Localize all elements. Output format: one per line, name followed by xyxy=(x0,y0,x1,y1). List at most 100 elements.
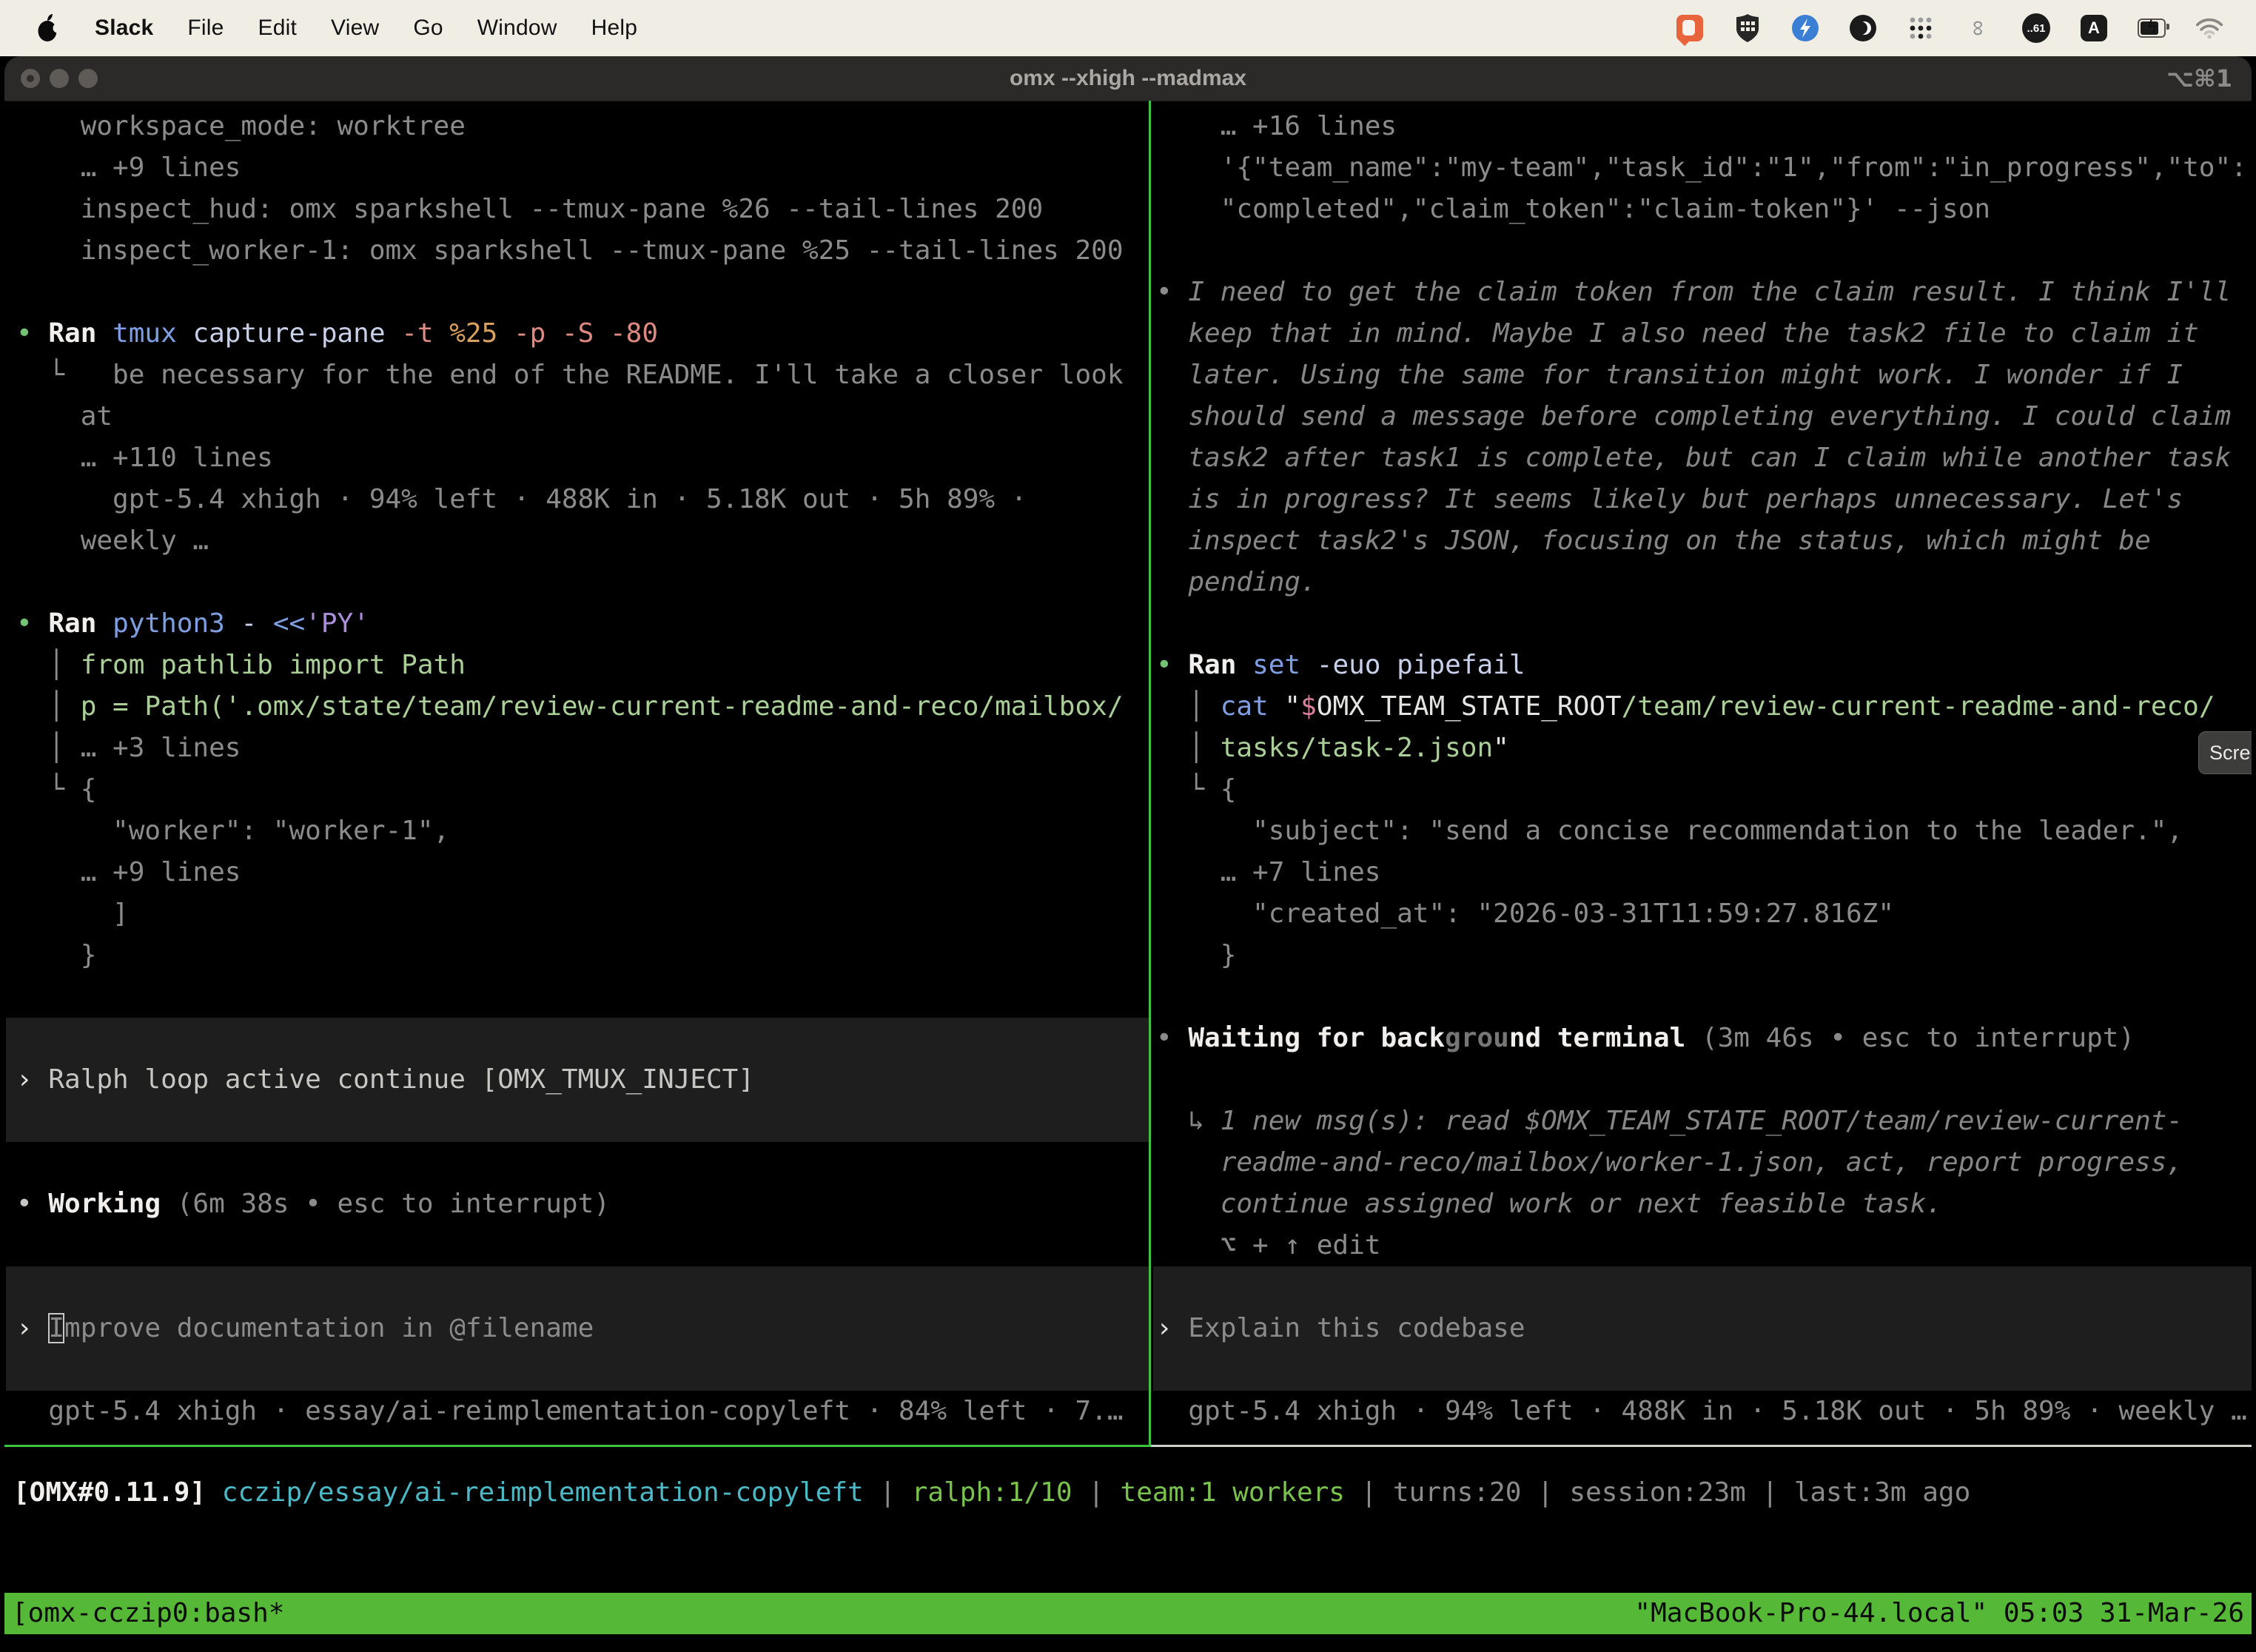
terminal-row: inspect_worker-1: omx sparkshell --tmux-… xyxy=(6,230,1149,272)
terminal-row: inspect_hud: omx sparkshell --tmux-pane … xyxy=(6,189,1149,230)
terminal-row: ↳ 1 new msg(s): read $OMX_TEAM_STATE_ROO… xyxy=(1153,1101,2252,1142)
terminal-row xyxy=(6,562,1149,603)
terminal-row: task2 after task1 is complete, but can I… xyxy=(1153,437,2252,479)
terminal-row xyxy=(6,1101,1149,1142)
terminal-row: └ be necessary for the end of the README… xyxy=(6,355,1149,396)
menu-item-slack[interactable]: Slack xyxy=(95,16,153,41)
terminal-row: └ { xyxy=(1153,769,2252,810)
dots-grid-icon[interactable] xyxy=(1907,13,1935,43)
terminal-row: │ tasks/task-2.json" xyxy=(1153,728,2252,769)
left-pane[interactable]: workspace_mode: worktree … +9 lines insp… xyxy=(6,106,1149,1432)
terminal-row: … +9 lines xyxy=(6,147,1149,189)
tmux-host-clock: "MacBook-Pro-44.local" 05:03 31-Mar-26 xyxy=(1634,1593,2244,1634)
terminal-row: • I need to get the claim token from the… xyxy=(1153,272,2252,313)
terminal-row: keep that in mind. Maybe I also need the… xyxy=(1153,313,2252,355)
terminal-row: "completed","claim_token":"claim-token"}… xyxy=(1153,189,2252,230)
terminal-row xyxy=(1153,1059,2252,1101)
screen-tooltip: Scre xyxy=(2198,731,2252,774)
left-pane-bottom-border xyxy=(4,1445,1149,1447)
keyboard-layout-icon[interactable]: A xyxy=(2080,13,2108,43)
window-titlebar[interactable]: omx --xhigh --madmax ⌥⌘1 xyxy=(4,56,2252,101)
terminal-row: └ { xyxy=(6,769,1149,810)
pane-divider[interactable] xyxy=(1149,101,1151,1447)
terminal-row xyxy=(6,1266,1149,1308)
terminal-row xyxy=(1153,603,2252,645)
terminal-row: is in progress? It seems likely but perh… xyxy=(1153,479,2252,520)
right-pane-bottom-border xyxy=(1151,1445,2252,1447)
terminal-row xyxy=(1153,976,2252,1018)
menu-item-edit[interactable]: Edit xyxy=(258,16,298,41)
terminal-row: … +9 lines xyxy=(6,852,1149,893)
terminal-row xyxy=(1153,1266,2252,1308)
lightning-bolt-icon xyxy=(1791,14,1819,42)
crescent-app-icon[interactable] xyxy=(1849,13,1877,43)
menu-item-help[interactable]: Help xyxy=(591,16,638,41)
terminal-row: … +16 lines xyxy=(1153,106,2252,147)
terminal-row xyxy=(1153,230,2252,272)
terminal-row: ⌥ + ↑ edit xyxy=(1153,1225,2252,1266)
terminal-row: • Waiting for background terminal (3m 46… xyxy=(1153,1018,2252,1059)
terminal-row xyxy=(6,1018,1149,1059)
terminal-row: │ p = Path('.omx/state/team/review-curre… xyxy=(6,686,1149,728)
terminal-row: "subject": "send a concise recommendatio… xyxy=(1153,810,2252,852)
terminal-row: '{"team_name":"my-team","task_id":"1","f… xyxy=(1153,147,2252,189)
tmux-status-bar: [omx-cczip0:bash* "MacBook-Pro-44.local"… xyxy=(4,1593,2252,1634)
terminal-row: workspace_mode: worktree xyxy=(6,106,1149,147)
window-title: omx --xhigh --madmax xyxy=(4,56,2252,101)
terminal-row xyxy=(6,1349,1149,1391)
terminal-row: } xyxy=(6,935,1149,976)
crescent-icon xyxy=(1849,14,1877,42)
terminal-row: [OMX#0.11.9] cczip/essay/ai-reimplementa… xyxy=(13,1472,2252,1514)
terminal-row: "created_at": "2026-03-31T11:59:27.816Z" xyxy=(1153,893,2252,935)
menu-item-file[interactable]: File xyxy=(187,16,224,41)
terminal-row: • Ran set -euo pipefail xyxy=(1153,645,2252,686)
terminal-row xyxy=(6,272,1149,313)
window-shortcut-badge: ⌥⌘1 xyxy=(2166,56,2232,101)
text-cursor: I xyxy=(48,1313,64,1343)
terminal-row: "worker": "worker-1", xyxy=(6,810,1149,852)
terminal-row: … +7 lines xyxy=(1153,852,2252,893)
menu-item-go[interactable]: Go xyxy=(413,16,443,41)
shield-app-icon[interactable] xyxy=(1733,13,1762,43)
terminal-row: ] xyxy=(6,893,1149,935)
terminal-row: • Working (6m 38s • esc to interrupt) xyxy=(6,1183,1149,1225)
right-pane[interactable]: … +16 lines '{"team_name":"my-team","tas… xyxy=(1153,106,2252,1432)
menu-item-view[interactable]: View xyxy=(331,16,379,41)
terminal-row: gpt-5.4 xhigh · 94% left · 488K in · 5.1… xyxy=(6,479,1149,520)
terminal-row: weekly … xyxy=(6,520,1149,562)
prompt-input-row[interactable]: › Improve documentation in @filename xyxy=(6,1308,1149,1349)
tmux-session-label: [omx-cczip0:bash* xyxy=(12,1593,284,1634)
terminal-row: › Ralph loop active continue [OMX_TMUX_I… xyxy=(6,1059,1149,1101)
terminal-row: readme-and-reco/mailbox/worker-1.json, a… xyxy=(1153,1142,2252,1183)
terminal-row: later. Using the same for transition mig… xyxy=(1153,355,2252,396)
terminal-row xyxy=(1153,1349,2252,1391)
terminal-row: │ from pathlib import Path xyxy=(6,645,1149,686)
battery-badge-icon[interactable]: ..61 xyxy=(2022,13,2050,43)
apple-logo-icon xyxy=(34,13,61,44)
terminal-row: continue assigned work or next feasible … xyxy=(1153,1183,2252,1225)
terminal-row: • Ran tmux capture-pane -t %25 -p -S -80 xyxy=(6,313,1149,355)
menu-bar: Slack File Edit View Go Window Help xyxy=(0,0,2256,56)
terminal-row: • Ran python3 - <<'PY' xyxy=(6,603,1149,645)
terminal-row: │ … +3 lines xyxy=(6,728,1149,769)
terminal-row: should send a message before completing … xyxy=(1153,396,2252,437)
terminal-row: … +110 lines xyxy=(6,437,1149,479)
terminal-row: gpt-5.4 xhigh · 94% left · 488K in · 5.1… xyxy=(1153,1391,2252,1432)
omx-status-line: [OMX#0.11.9] cczip/essay/ai-reimplementa… xyxy=(6,1472,2252,1514)
battery-charging-icon[interactable]: ϟ xyxy=(2138,13,2166,43)
terminal-row: pending. xyxy=(1153,562,2252,603)
terminal-window: omx --xhigh --madmax ⌥⌘1 workspace_mode:… xyxy=(4,56,2252,1652)
shield-icon xyxy=(1734,13,1761,43)
loop-icon[interactable]: ∞ xyxy=(1964,13,1993,43)
prompt-input-row[interactable]: › Explain this codebase xyxy=(1153,1308,2252,1349)
menu-item-window[interactable]: Window xyxy=(477,16,557,41)
terminal-row: } xyxy=(1153,935,2252,976)
terminal-row: inspect task2's JSON, focusing on the st… xyxy=(1153,520,2252,562)
terminal-row: at xyxy=(6,396,1149,437)
terminal-row xyxy=(6,1225,1149,1266)
screenshot-app-icon[interactable] xyxy=(1676,13,1704,43)
wifi-icon[interactable] xyxy=(2195,13,2223,43)
apple-menu[interactable] xyxy=(34,13,61,44)
lightning-app-icon[interactable] xyxy=(1791,13,1819,43)
terminal-row: │ cat "$OMX_TEAM_STATE_ROOT/team/review-… xyxy=(1153,686,2252,728)
